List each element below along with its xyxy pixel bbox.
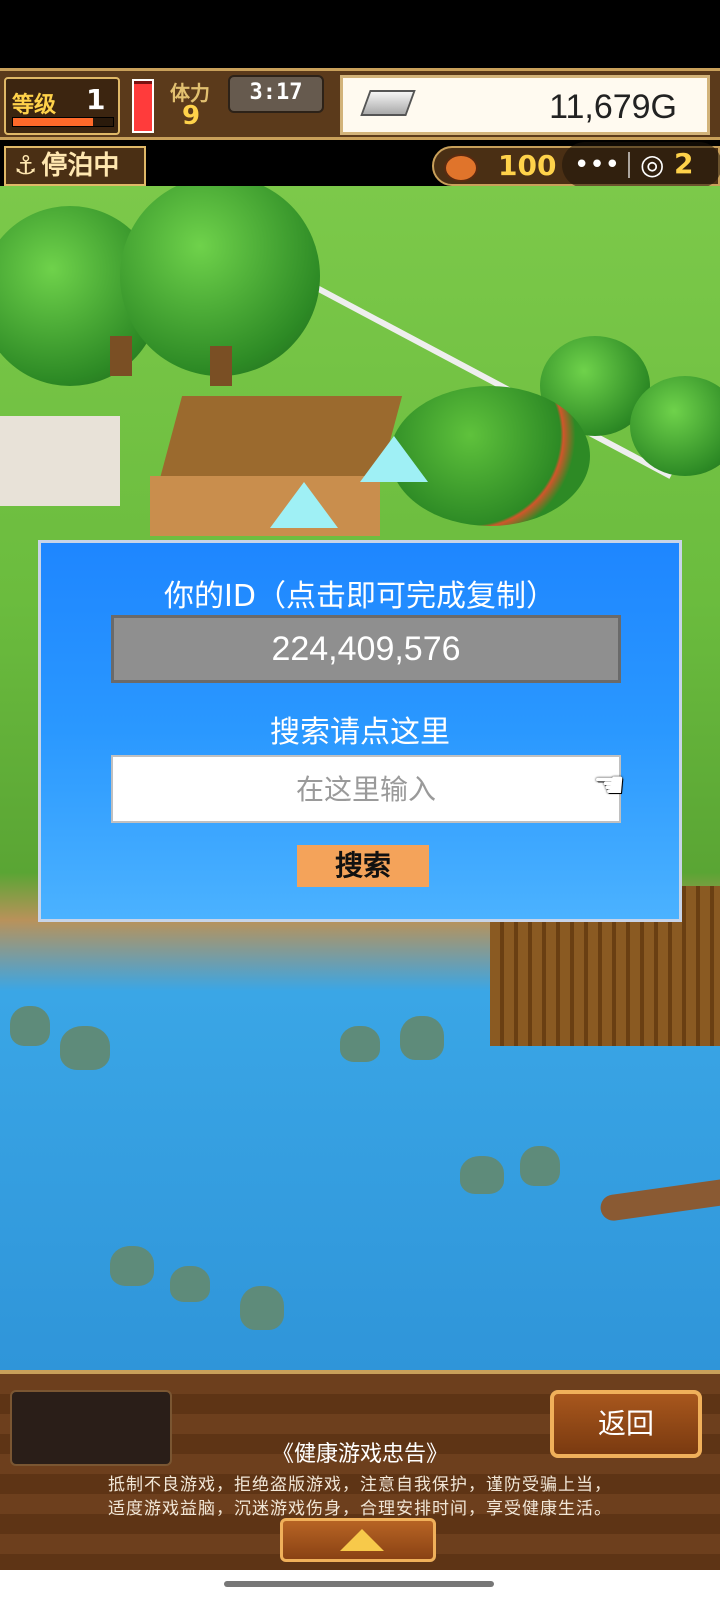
crystal (270, 482, 338, 528)
gold-amount: 11,679G (549, 88, 677, 126)
top-hud: 等级 1 体力 9 3:17 11,679G (0, 68, 720, 140)
silver-ingot-icon (360, 90, 416, 116)
rock (340, 1026, 380, 1062)
dialog-title: 你的ID（点击即可完成复制） (164, 579, 556, 614)
food-value: 100 (498, 149, 557, 182)
tree-trunk (210, 346, 232, 386)
stamina-fill (134, 83, 152, 131)
mini-program-menu: ••• ◎ 2 (562, 142, 720, 188)
rock (520, 1146, 560, 1186)
health-advisory-title: 《健康游戏忠告》 (271, 1442, 448, 1467)
status-bar (0, 0, 720, 68)
market-stall (0, 416, 120, 506)
stamina-value: 9 (182, 101, 201, 131)
home-bar-area (0, 1570, 720, 1600)
crystal (360, 436, 428, 482)
other-resource-value: 2 (674, 147, 694, 180)
rock (400, 1016, 444, 1060)
house (150, 476, 380, 536)
gold-panel[interactable]: 11,679G (340, 75, 710, 135)
more-dots-icon[interactable]: ••• (574, 150, 620, 180)
rock (170, 1266, 210, 1302)
search-input[interactable] (111, 755, 621, 823)
food-icon (444, 154, 478, 182)
tree-trunk (110, 336, 132, 376)
player-id-copy-box[interactable]: 224,409,576 (111, 615, 621, 683)
pointing-hand-icon: ☚ (593, 765, 626, 806)
rock (240, 1286, 284, 1330)
home-indicator[interactable] (224, 1581, 494, 1587)
dock-status-badge: ⚓ 停泊中 (4, 146, 146, 186)
health-advisory-line-2: 适度游戏益脑，沉迷游戏伤身，合理安排时间，享受健康生活。 (108, 1499, 612, 1519)
health-advisory-line-1: 抵制不良游戏，拒绝盗版游戏，注意自我保护，谨防受骗上当， (108, 1475, 612, 1495)
search-button[interactable]: 搜索 (297, 845, 429, 887)
level-value: 1 (86, 83, 106, 116)
exp-bar (12, 117, 114, 127)
level-panel: 等级 1 (4, 77, 120, 135)
bottom-panel: 返回 《健康游戏忠告》 抵制不良游戏，拒绝盗版游戏，注意自我保护，谨防受骗上当，… (0, 1370, 720, 1570)
rock (460, 1156, 504, 1194)
rock (60, 1026, 110, 1070)
resource-bar: 100 ••• ◎ 2 (432, 142, 720, 188)
target-icon[interactable]: ◎ (640, 150, 664, 180)
stamina-timer: 3:17 (228, 75, 324, 113)
stamina-vial (132, 79, 154, 133)
level-label: 等级 (12, 93, 57, 118)
search-label: 搜索请点这里 (270, 715, 450, 750)
menu-divider (628, 152, 630, 178)
expand-up-button[interactable] (280, 1518, 436, 1562)
exp-bar-fill (13, 118, 93, 126)
rock (10, 1006, 50, 1046)
driftwood-log (598, 1175, 720, 1223)
up-arrow-icon (340, 1529, 384, 1551)
rock (110, 1246, 154, 1286)
dock-status-text: 停泊中 (41, 151, 120, 181)
anchor-icon: ⚓ (14, 151, 38, 181)
id-search-dialog: 你的ID（点击即可完成复制） 224,409,576 搜索请点这里 ☚ 搜索 (38, 540, 682, 922)
